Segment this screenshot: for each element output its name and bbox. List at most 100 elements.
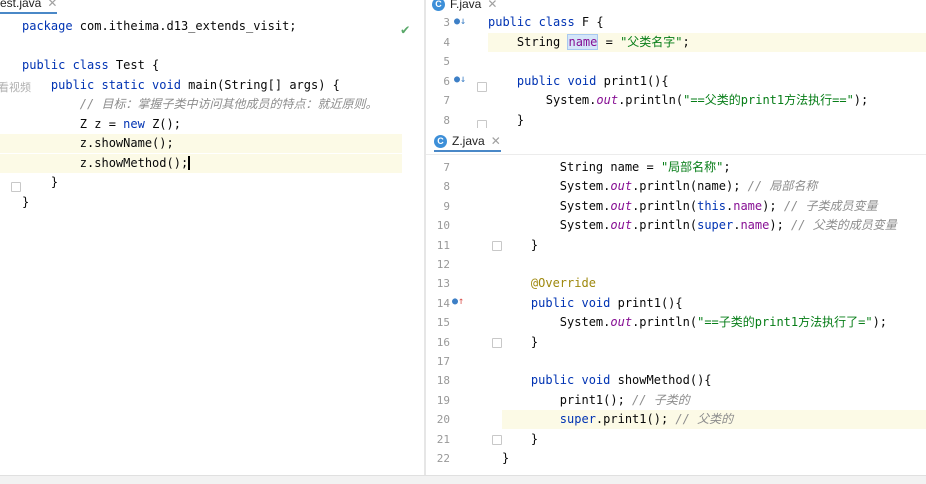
code-line[interactable]: @Override xyxy=(502,274,926,293)
code-line[interactable]: System.out.println(name); // 局部名称 xyxy=(502,177,926,196)
code-line[interactable]: public class Test { xyxy=(0,56,402,75)
code-token: .print1(); xyxy=(595,412,676,427)
code-line[interactable]: z.showMethod(); xyxy=(0,154,402,173)
code-line[interactable] xyxy=(0,36,402,55)
line-number: 8 xyxy=(443,113,450,127)
code-line[interactable]: } xyxy=(502,430,926,449)
check-icon: ✔ xyxy=(401,22,410,38)
code-line[interactable]: public class F { xyxy=(488,13,926,32)
code-line[interactable]: String name = "局部名称"; xyxy=(502,158,926,177)
editor-f-java[interactable]: C F.java ✕ ●↓ ●↓ 3 public class F { 4 Stri… xyxy=(426,0,926,128)
code-line[interactable] xyxy=(502,352,926,371)
fold-marker-icon[interactable] xyxy=(492,241,502,251)
code-line[interactable]: z.showName(); xyxy=(0,134,402,153)
code-token: this xyxy=(697,198,726,213)
code-token: "父类名字" xyxy=(620,34,683,49)
code-line[interactable] xyxy=(502,255,926,274)
code-line[interactable]: } xyxy=(488,111,926,129)
code-token: String xyxy=(488,34,568,49)
close-icon[interactable]: ✕ xyxy=(47,0,57,10)
code-line[interactable]: System.out.println(super.name); // 父类的成员… xyxy=(502,216,926,235)
line-number: 20 xyxy=(436,413,450,427)
code-token: .println( xyxy=(632,198,698,213)
line-number: 8 xyxy=(443,180,450,194)
code-token: String name = xyxy=(502,160,661,174)
code-token: F { xyxy=(581,15,604,29)
line-number: 7 xyxy=(443,161,450,174)
editor-test-java[interactable]: est.java ✕ 看视频 ✔ package com.itheima.d13… xyxy=(0,0,424,475)
code-line[interactable]: System.out.println("==父类的print1方法执行=="); xyxy=(488,91,926,110)
code-token: public void xyxy=(488,73,604,88)
code-line[interactable]: public void print1(){ xyxy=(488,72,926,91)
fold-marker-icon[interactable] xyxy=(11,182,21,192)
code-line[interactable]: public void showMethod(){ xyxy=(502,371,926,390)
code-token: // 父类的 xyxy=(675,412,734,427)
line-number: 3 xyxy=(443,16,450,29)
code-token: ); xyxy=(872,315,888,330)
code-token: package xyxy=(22,19,80,33)
editor-z-java[interactable]: C Z.java ✕ ●↑ 7 String name = "局部名称"; 8 S… xyxy=(426,130,926,475)
code-line[interactable]: print1(); // 子类的 xyxy=(502,391,926,410)
line-number: 14 xyxy=(436,296,450,310)
code-token: com.itheima.d13_extends_visit; xyxy=(79,19,297,33)
line-number: 13 xyxy=(436,277,450,291)
line-number: 12 xyxy=(436,258,450,271)
line-number: 6 xyxy=(443,74,450,88)
code-line[interactable]: } xyxy=(502,333,926,352)
fold-marker-icon[interactable] xyxy=(492,338,502,348)
code-token: } xyxy=(488,112,525,127)
code-line[interactable] xyxy=(488,52,926,71)
tab-f-java[interactable]: C F.java ✕ xyxy=(432,0,497,13)
code-token: public class xyxy=(488,15,582,29)
code-line[interactable]: super.print1(); // 父类的 xyxy=(502,410,926,430)
code-line[interactable]: System.out.println(this.name); // 子类成员变量 xyxy=(502,197,926,216)
code-line[interactable]: System.out.println("==子类的print1方法执行了="); xyxy=(502,313,926,332)
code-token: super xyxy=(697,218,734,233)
code-token: new xyxy=(123,117,153,131)
implemented-icon[interactable]: ●↓ xyxy=(454,16,466,27)
code-line[interactable]: package com.itheima.d13_extends_visit; xyxy=(0,17,402,36)
code-token: } xyxy=(22,195,30,209)
code-token: .println( xyxy=(618,93,684,107)
code-line[interactable]: public static void main(String[] args) { xyxy=(0,76,402,95)
code-line[interactable]: } xyxy=(502,236,926,255)
fold-marker-icon[interactable] xyxy=(477,120,487,128)
code-token: Test { xyxy=(115,58,160,72)
code-token: public void xyxy=(502,295,618,310)
code-token: main(String[] args) { xyxy=(188,78,340,92)
code-line[interactable]: } xyxy=(0,193,402,212)
line-number: 15 xyxy=(436,316,450,330)
overrides-icon[interactable]: ●↑ xyxy=(452,296,464,307)
code-line[interactable]: Z z = new Z(); xyxy=(0,115,402,134)
code-token: = xyxy=(598,34,621,49)
code-line[interactable]: // 目标：掌握子类中访问其他成员的特点：就近原则。 xyxy=(0,95,402,114)
close-icon[interactable]: ✕ xyxy=(491,134,501,148)
class-icon: C xyxy=(432,0,445,11)
line-number: 9 xyxy=(443,199,450,213)
implemented-icon[interactable]: ●↓ xyxy=(454,74,466,85)
line-number: 16 xyxy=(436,335,450,349)
tab-test-java[interactable]: est.java ✕ xyxy=(0,0,58,14)
code-token: out xyxy=(610,218,633,233)
line-number: 22 xyxy=(436,452,450,465)
tab-z-java[interactable]: C Z.java ✕ xyxy=(434,132,501,152)
close-icon[interactable]: ✕ xyxy=(487,0,497,11)
code-token: // 目标：掌握子类中访问其他成员的特点：就近原则。 xyxy=(22,97,378,111)
line-number: 17 xyxy=(436,355,450,368)
code-token: ; xyxy=(723,160,731,174)
code-line[interactable]: String name = "父类名字"; xyxy=(488,32,926,52)
fold-marker-icon[interactable] xyxy=(477,82,487,92)
code-token: System. xyxy=(502,218,611,233)
code-token: System. xyxy=(488,93,597,107)
code-token: @Override xyxy=(502,276,596,291)
line-number: 4 xyxy=(443,35,450,49)
code-line[interactable]: } xyxy=(502,449,926,468)
code-line[interactable]: public void print1(){ xyxy=(502,294,926,313)
line-number: 11 xyxy=(436,238,450,252)
code-token: // 子类的 xyxy=(632,392,690,407)
code-token: name xyxy=(567,33,599,50)
fold-marker-icon[interactable] xyxy=(492,435,502,445)
code-line[interactable]: } xyxy=(0,173,402,192)
code-token: out xyxy=(610,179,633,194)
code-token: System. xyxy=(502,315,611,330)
